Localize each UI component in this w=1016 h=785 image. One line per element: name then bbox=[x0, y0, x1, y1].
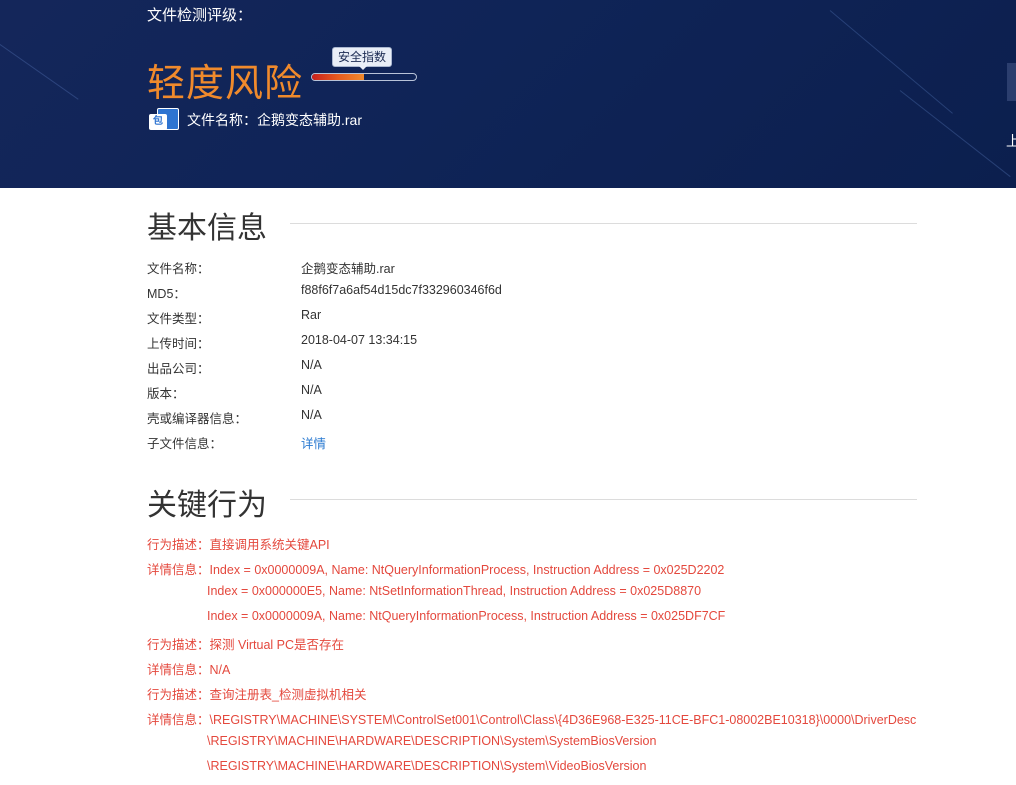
info-key: 上传时间： bbox=[147, 337, 210, 351]
behavior-line: 行为描述：探测 Virtual PC是否存在 bbox=[147, 638, 345, 652]
info-value: N/A bbox=[301, 408, 322, 422]
section-divider bbox=[290, 223, 917, 224]
side-panel-edge[interactable] bbox=[1007, 63, 1016, 101]
behavior-line: Index = 0x0000009A, Name: NtQueryInforma… bbox=[207, 609, 726, 623]
info-value: Rar bbox=[301, 308, 322, 322]
info-key: 壳或编译器信息： bbox=[147, 412, 248, 426]
behavior-line: 详情信息：Index = 0x0000009A, Name: NtQueryIn… bbox=[147, 563, 725, 577]
sub-file-details-link[interactable]: 详情 bbox=[301, 433, 326, 452]
info-value: 2018-04-07 13:34:15 bbox=[301, 333, 418, 347]
behavior-line: Index = 0x000000E5, Name: NtSetInformati… bbox=[207, 584, 702, 598]
rating-label: 文件检测评级： bbox=[147, 7, 253, 24]
safety-index-fill bbox=[312, 74, 364, 80]
info-value: f88f6f7a6af54d15dc7f332960346f6d bbox=[301, 283, 502, 297]
key-behaviors-title: 关键行为 bbox=[147, 489, 267, 522]
safety-index-track bbox=[311, 73, 417, 81]
info-value: N/A bbox=[301, 383, 322, 397]
side-panel-edge-text[interactable]: 上 bbox=[1006, 131, 1016, 151]
section-divider bbox=[290, 499, 917, 500]
info-value: 企鹅变态辅助.rar bbox=[301, 262, 395, 276]
info-key: 文件类型： bbox=[147, 312, 210, 326]
behavior-line: 详情信息：\REGISTRY\MACHINE\SYSTEM\ControlSet… bbox=[147, 713, 917, 727]
decorative-streak bbox=[0, 30, 79, 100]
behavior-line: 行为描述：直接调用系统关键API bbox=[147, 538, 330, 552]
decorative-streak bbox=[899, 90, 1011, 178]
report-header-banner: 文件检测评级： 轻度风险 安全指数 包 文件名称： 企鹅变态辅助.rar 上 bbox=[0, 0, 1016, 188]
info-key: 文件名称： bbox=[147, 262, 210, 276]
info-key: 版本： bbox=[147, 387, 185, 401]
file-name-value: 企鹅变态辅助.rar bbox=[257, 112, 362, 128]
info-key: 子文件信息： bbox=[147, 437, 223, 451]
risk-level: 轻度风险 bbox=[147, 63, 304, 105]
safety-index-label: 安全指数 bbox=[332, 47, 393, 70]
archive-file-icon: 包 bbox=[149, 108, 179, 132]
behavior-line: 行为描述：查询注册表_检测虚拟机相关 bbox=[147, 688, 367, 702]
info-key: MD5： bbox=[147, 287, 186, 301]
file-name-label: 文件名称： bbox=[187, 112, 257, 128]
basic-info-title: 基本信息 bbox=[147, 212, 267, 245]
info-key: 出品公司： bbox=[147, 362, 210, 376]
behavior-line: \REGISTRY\MACHINE\HARDWARE\DESCRIPTION\S… bbox=[207, 759, 647, 773]
behavior-line: \REGISTRY\MACHINE\HARDWARE\DESCRIPTION\S… bbox=[207, 734, 657, 748]
decorative-streak bbox=[829, 10, 953, 114]
info-value: N/A bbox=[301, 358, 322, 372]
behavior-line: 详情信息：N/A bbox=[147, 663, 231, 677]
safety-index-gauge: 安全指数 bbox=[311, 47, 419, 83]
file-name-row: 包 文件名称： 企鹅变态辅助.rar bbox=[149, 107, 362, 133]
